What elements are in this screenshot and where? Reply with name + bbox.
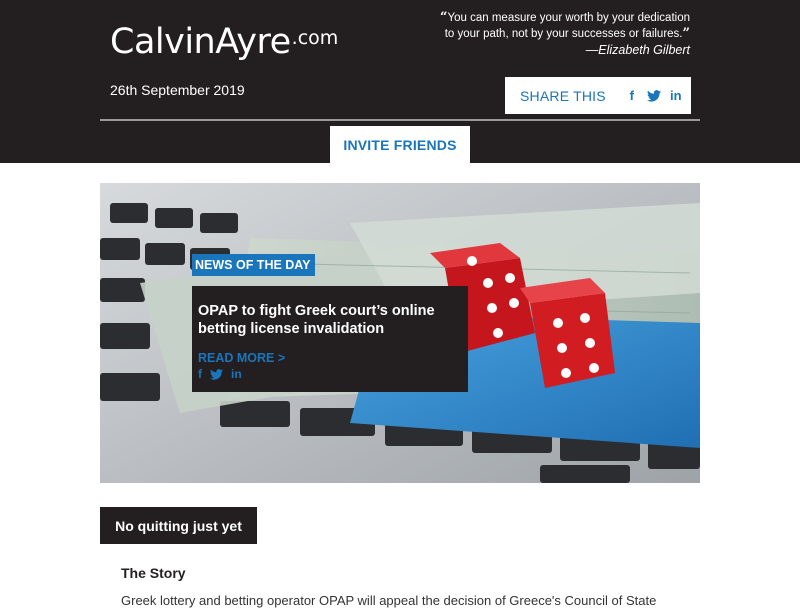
read-more-link[interactable]: READ MORE > xyxy=(198,351,462,365)
logo-tld: .com xyxy=(291,27,339,49)
header-quote: “You can measure your worth by your dedi… xyxy=(430,10,690,58)
issue-date: 26th September 2019 xyxy=(110,82,245,98)
twitter-icon[interactable] xyxy=(646,89,662,102)
featured-story-card: OPAP to fight Greek court’s online betti… xyxy=(192,286,468,392)
share-label: SHARE THIS xyxy=(520,87,606,104)
facebook-icon[interactable]: f xyxy=(198,367,202,381)
facebook-icon[interactable]: f xyxy=(624,88,640,103)
logo-name: CalvinAyre xyxy=(110,22,291,62)
quote-open-mark: “ xyxy=(440,10,448,25)
invite-friends-button[interactable]: INVITE FRIENDS xyxy=(330,126,470,163)
linkedin-icon[interactable]: in xyxy=(231,367,242,381)
calvinayre-logo[interactable]: CalvinAyre.com xyxy=(110,18,338,62)
email-header: CalvinAyre.com “You can measure your wor… xyxy=(0,0,800,163)
quote-text: You can measure your worth by your dedic… xyxy=(444,12,690,40)
quote-close-mark: ” xyxy=(682,26,690,41)
linkedin-icon[interactable]: in xyxy=(668,88,684,103)
quote-author: —Elizabeth Gilbert xyxy=(585,43,690,57)
news-of-the-day-badge: NEWS OF THE DAY xyxy=(192,254,315,276)
featured-story-title[interactable]: OPAP to fight Greek court’s online betti… xyxy=(198,302,462,338)
story-heading: The Story xyxy=(121,565,186,581)
story-share-icons: f in xyxy=(198,367,462,381)
share-bar: SHARE THIS f in xyxy=(505,77,691,114)
section-heading: No quitting just yet xyxy=(100,507,257,544)
story-text: Greek lottery and betting operator OPAP … xyxy=(121,593,657,608)
twitter-icon[interactable] xyxy=(210,367,223,381)
header-divider xyxy=(100,119,700,121)
